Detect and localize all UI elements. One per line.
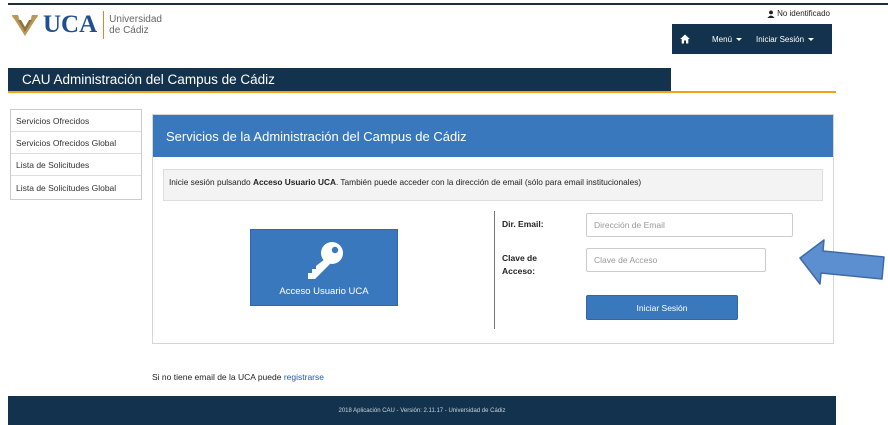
pointer-arrow-icon [799,239,885,285]
caret-down-icon [736,37,743,41]
email-input[interactable] [586,213,793,237]
email-label: Dir. Email: [502,219,544,229]
sidebar-item-lista-solicitudes-global[interactable]: Lista de Solicitudes Global [11,176,141,199]
info-text-suffix: . También puede acceder con la dirección… [335,177,642,187]
password-label-line-1: Clave de [502,253,537,263]
info-text-bold: Acceso Usuario UCA [252,177,336,187]
uca-logo[interactable]: UCA Universidad de Cádiz [10,10,162,40]
login-info-box: Inicie sesión pulsando Acceso Usuario UC… [163,169,823,201]
logo-text: UCA [43,11,98,38]
logo-university-name: Universidad de Cádiz [109,14,162,36]
menu-dropdown[interactable]: Menú [712,34,743,44]
password-label: Clave de Acceso: [502,252,537,278]
panel-title: Servicios de la Administración del Campu… [153,115,833,157]
home-button[interactable] [672,34,698,44]
footer: 2018 Aplicación CAU - Versión: 2.11.17 -… [8,396,836,425]
menu-label: Menú [712,34,733,44]
info-text-prefix: Inicie sesión pulsando [169,177,253,187]
logo-line-1: Universidad [109,14,162,25]
logo-line-2: de Cádiz [109,25,149,36]
caret-down-icon [808,37,815,41]
register-prefix: Si no tiene email de la UCA puede [152,372,284,382]
vertical-divider [494,211,495,329]
login-dropdown[interactable]: Iniciar Sesión [756,34,815,44]
user-status[interactable]: No identificado [767,9,830,18]
top-navbar: Menú Iniciar Sesión [672,24,832,54]
page-title-bar: CAU Administración del Campus de Cádiz [8,68,671,91]
user-status-text: No identificado [777,9,830,18]
login-submit-button[interactable]: Iniciar Sesión [586,295,738,320]
uca-user-access-button[interactable]: Acceso Usuario UCA [250,229,398,306]
password-label-line-2: Acceso: [502,266,536,276]
uca-emblem-icon [12,15,38,36]
sidebar: Servicios Ofrecidos Servicios Ofrecidos … [10,109,142,200]
sidebar-item-servicios-ofrecidos[interactable]: Servicios Ofrecidos [11,110,141,132]
register-link[interactable]: registrarse [284,372,324,382]
password-input[interactable] [586,248,766,272]
orange-divider [8,91,836,93]
register-prompt: Si no tiene email de la UCA puede regist… [152,372,324,382]
home-icon [680,34,690,44]
sidebar-item-servicios-ofrecidos-global[interactable]: Servicios Ofrecidos Global [11,132,141,154]
top-border-line [8,3,888,5]
sidebar-item-lista-solicitudes[interactable]: Lista de Solicitudes [11,154,141,176]
logo-separator [103,11,105,39]
key-icon [308,242,343,279]
uca-button-label: Acceso Usuario UCA [279,286,369,297]
login-label: Iniciar Sesión [756,34,805,44]
login-panel: Servicios de la Administración del Campu… [152,114,834,344]
user-icon [767,9,775,18]
